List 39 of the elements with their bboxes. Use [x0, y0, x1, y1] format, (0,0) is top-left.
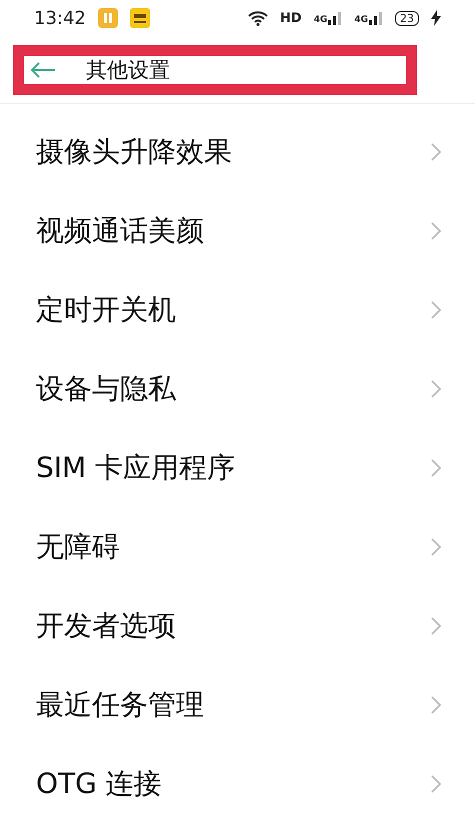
app-icon: [130, 8, 150, 28]
page-title: 其他设置: [86, 57, 170, 84]
settings-item[interactable]: SIM 卡应用程序: [0, 428, 475, 507]
item-label: OTG 连接: [36, 766, 163, 802]
chevron-icon: [431, 142, 441, 160]
item-label: 最近任务管理: [36, 686, 205, 722]
signal-label: 4G: [314, 15, 328, 26]
signal-icon: [328, 11, 342, 26]
status-time: 13:42: [34, 8, 86, 29]
settings-item[interactable]: 定时开关机: [0, 270, 475, 349]
settings-item[interactable]: OTG 连接: [0, 744, 475, 823]
settings-item[interactable]: 设备与隐私: [0, 349, 475, 428]
chevron-icon: [431, 616, 441, 634]
chevron-icon: [431, 774, 441, 792]
item-label: 无障碍: [36, 528, 121, 564]
chevron-icon: [431, 300, 441, 318]
battery-level: 23: [395, 10, 419, 26]
item-label: 摄像头升降效果: [36, 134, 233, 170]
item-label: 视频通话美颜: [36, 212, 205, 248]
chevron-icon: [431, 380, 441, 398]
signal-icon: [369, 11, 383, 26]
settings-item[interactable]: 视频通话美颜: [0, 191, 475, 270]
settings-item[interactable]: 最近任务管理: [0, 665, 475, 744]
chevron-icon: [431, 458, 441, 476]
settings-item[interactable]: 开发者选项: [0, 586, 475, 665]
app-icon: [98, 8, 118, 28]
chevron-icon: [431, 538, 441, 556]
chevron-icon: [431, 222, 441, 240]
back-icon[interactable]: [30, 62, 56, 78]
network-label: HD: [280, 10, 302, 26]
chevron-icon: [431, 696, 441, 714]
item-label: 设备与隐私: [36, 370, 177, 406]
wifi-icon: [248, 10, 268, 26]
item-label: SIM 卡应用程序: [36, 450, 236, 486]
settings-item[interactable]: 摄像头升降效果: [0, 112, 475, 191]
item-label: 开发者选项: [36, 608, 177, 644]
settings-item[interactable]: 无障碍: [0, 507, 475, 586]
signal-label: 4G: [354, 15, 368, 26]
item-label: 定时开关机: [36, 292, 177, 328]
